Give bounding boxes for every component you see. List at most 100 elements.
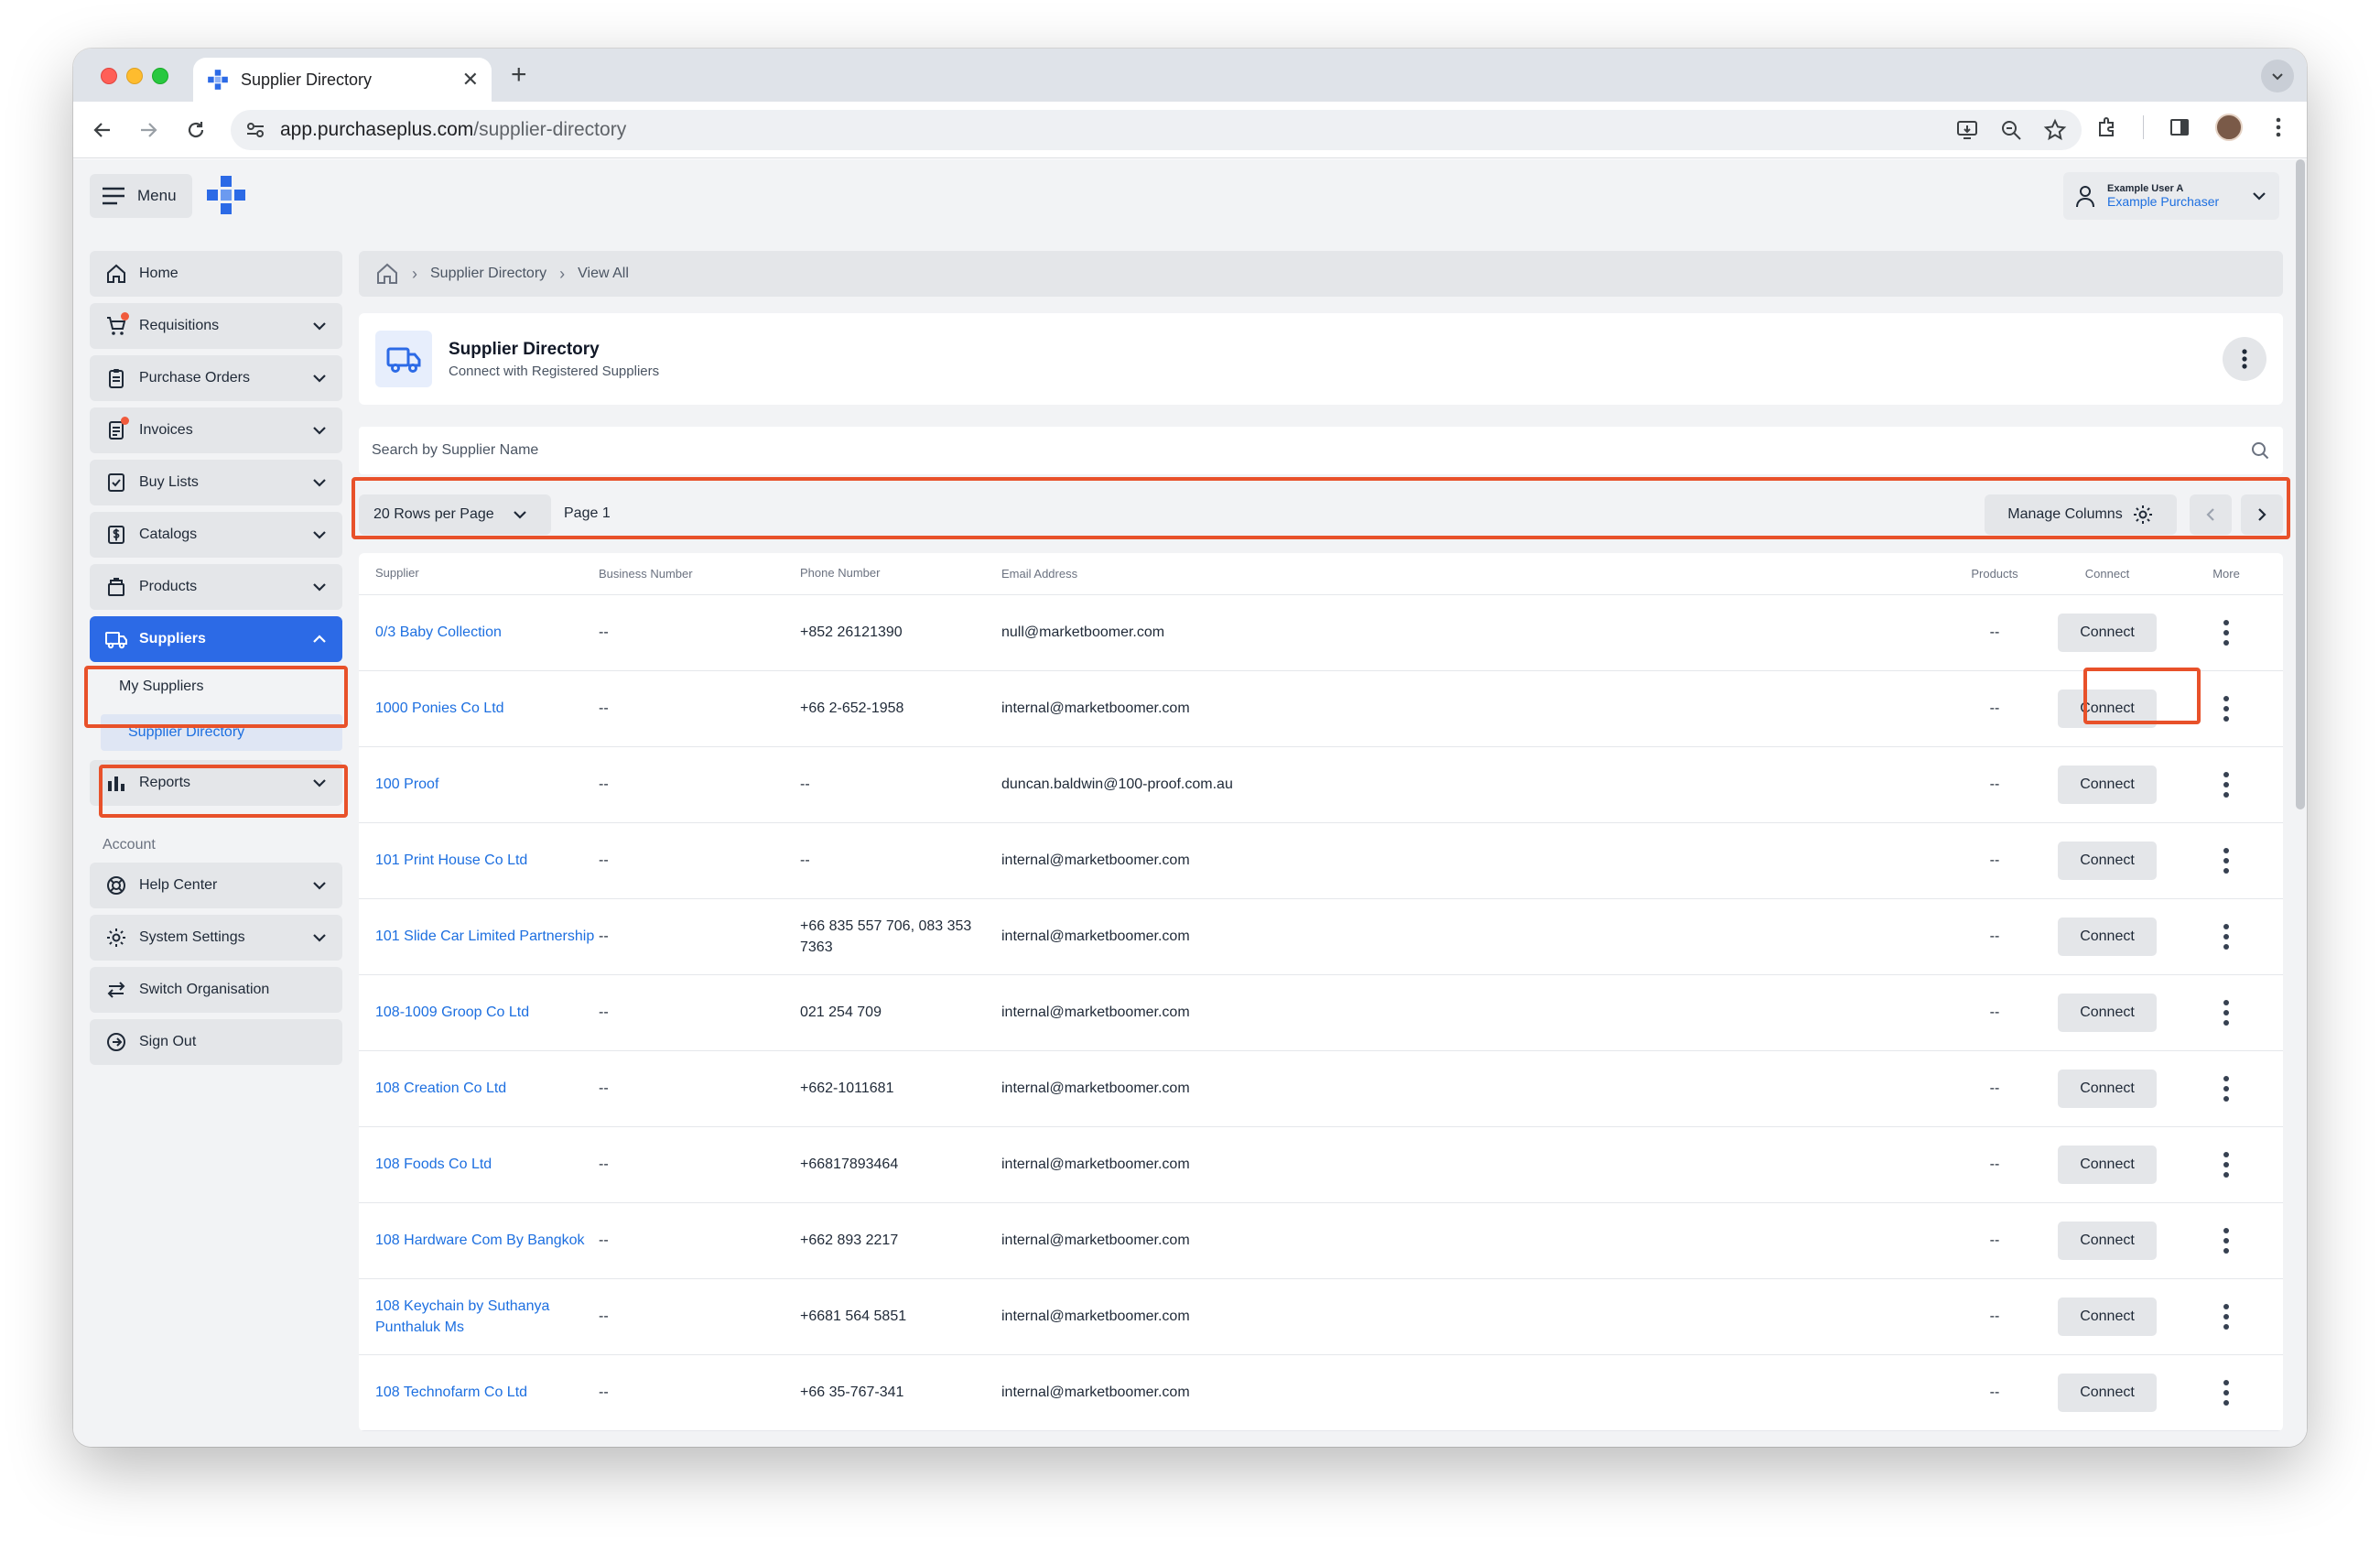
row-more-icon[interactable] <box>2212 1070 2240 1107</box>
row-more-icon[interactable] <box>2212 918 2240 955</box>
rows-per-page-select[interactable]: 20 Rows per Page <box>359 494 551 535</box>
arrow-left-icon <box>93 123 110 137</box>
sidebar-item-label: Requisitions <box>139 318 220 333</box>
connect-button[interactable]: Connect <box>2058 690 2157 728</box>
sidebar-subitem-my-suppliers[interactable]: My Suppliers <box>90 668 342 705</box>
products-cell: -- <box>1989 1004 2000 1020</box>
sidebar-item-sign-out[interactable]: Sign Out <box>90 1019 342 1065</box>
page-heading: Supplier Directory Connect with Register… <box>449 340 659 379</box>
bookmark-star-icon[interactable] <box>2041 116 2069 144</box>
scrollbar-thumb[interactable] <box>2296 159 2305 809</box>
side-panel-icon[interactable] <box>2166 114 2193 141</box>
supplier-name-link[interactable]: 108 Creation Co Ltd <box>375 1080 506 1096</box>
back-button[interactable] <box>86 114 119 147</box>
search-icon[interactable] <box>2250 440 2270 461</box>
connect-button[interactable]: Connect <box>2058 1146 2157 1184</box>
supplier-name-link[interactable]: 108 Foods Co Ltd <box>375 1156 492 1172</box>
connect-button[interactable]: Connect <box>2058 1374 2157 1412</box>
purchaseplus-logo-icon[interactable] <box>205 174 247 216</box>
row-more-icon[interactable] <box>2212 690 2240 727</box>
reload-button[interactable] <box>179 114 212 147</box>
tab-close-icon[interactable]: ✕ <box>462 70 479 90</box>
supplier-name-link[interactable]: 108 Hardware Com By Bangkok <box>375 1233 585 1248</box>
row-more-icon[interactable] <box>2212 1374 2240 1411</box>
supplier-name-link[interactable]: 100 Proof <box>375 776 438 792</box>
next-page-button[interactable] <box>2241 494 2283 535</box>
sidebar-item-catalogs[interactable]: Catalogs <box>90 512 342 558</box>
connect-button[interactable]: Connect <box>2058 1070 2157 1108</box>
supplier-name-link[interactable]: 108 Keychain by Suthanya Punthaluk Ms <box>375 1298 549 1335</box>
site-settings-icon[interactable] <box>245 120 265 140</box>
maximize-window-button[interactable] <box>152 68 168 84</box>
extensions-icon[interactable] <box>2093 114 2121 141</box>
supplier-name-link[interactable]: 108 Technofarm Co Ltd <box>375 1385 527 1400</box>
sidebar-item-products[interactable]: Products <box>90 564 342 610</box>
browser-menu-icon[interactable] <box>2265 114 2292 141</box>
install-app-icon[interactable] <box>1953 116 1981 144</box>
row-more-icon[interactable] <box>2212 1298 2240 1335</box>
products-cell: -- <box>1989 1080 2000 1096</box>
profile-avatar[interactable] <box>2215 114 2243 141</box>
minimize-window-button[interactable] <box>126 68 143 84</box>
connect-button[interactable]: Connect <box>2058 1222 2157 1260</box>
sidebar-item-requisitions[interactable]: Requisitions <box>90 303 342 349</box>
manage-columns-button[interactable]: Manage Columns <box>1985 494 2177 535</box>
tab-search-button[interactable] <box>2261 60 2294 92</box>
tab-strip: Supplier Directory ✕ + <box>73 49 2307 102</box>
connect-button[interactable]: Connect <box>2058 842 2157 880</box>
sidebar-item-suppliers[interactable]: Suppliers <box>90 616 342 662</box>
breadcrumb-item[interactable]: Supplier Directory <box>430 266 546 282</box>
page-more-button[interactable] <box>2223 337 2266 381</box>
supplier-name-link[interactable]: 101 Slide Car Limited Partnership <box>375 928 594 944</box>
row-more-icon[interactable] <box>2212 1222 2240 1259</box>
chevron-down-icon <box>2253 192 2266 201</box>
phone-number-cell: +66 2-652-1958 <box>800 700 904 717</box>
app-header: Menu Example User A Example Purchaser <box>73 159 2307 242</box>
sidebar-item-invoices[interactable]: Invoices <box>90 407 342 453</box>
gear-icon <box>104 926 128 950</box>
previous-page-button[interactable] <box>2190 494 2232 535</box>
connect-button[interactable]: Connect <box>2058 994 2157 1032</box>
phone-number-cell: 021 254 709 <box>800 1004 882 1021</box>
menu-button[interactable]: Menu <box>90 174 192 218</box>
email-address-cell: internal@marketboomer.com <box>1001 1156 1190 1172</box>
sidebar-item-purchase-orders[interactable]: Purchase Orders <box>90 355 342 401</box>
sidebar-subitem-supplier-directory[interactable]: Supplier Directory <box>101 714 342 751</box>
zoom-icon[interactable] <box>1997 116 2025 144</box>
connect-button[interactable]: Connect <box>2058 1298 2157 1336</box>
chevron-down-icon <box>513 511 526 519</box>
sidebar-item-switch-organisation[interactable]: Switch Organisation <box>90 967 342 1013</box>
row-more-icon[interactable] <box>2212 1146 2240 1183</box>
new-tab-button[interactable]: + <box>511 61 527 89</box>
browser-tab-active[interactable]: Supplier Directory ✕ <box>193 58 492 102</box>
connect-button[interactable]: Connect <box>2058 766 2157 804</box>
close-window-button[interactable] <box>101 68 117 84</box>
address-bar[interactable]: app.purchaseplus.com/supplier-directory <box>231 110 2082 150</box>
supplier-name-link[interactable]: 101 Print House Co Ltd <box>375 852 527 868</box>
supplier-search-input[interactable] <box>372 442 2250 459</box>
row-more-icon[interactable] <box>2212 842 2240 879</box>
page-scrollbar[interactable] <box>2294 159 2307 1447</box>
forward-button[interactable] <box>132 114 165 147</box>
phone-number-cell: +662 893 2217 <box>800 1233 899 1249</box>
user-menu-button[interactable]: Example User A Example Purchaser <box>2063 172 2279 220</box>
bar-chart-icon <box>104 771 128 795</box>
sidebar-item-home[interactable]: Home <box>90 251 342 297</box>
connect-button[interactable]: Connect <box>2058 918 2157 956</box>
row-more-icon[interactable] <box>2212 766 2240 803</box>
supplier-name-link[interactable]: 1000 Ponies Co Ltd <box>375 700 504 716</box>
row-more-icon[interactable] <box>2212 614 2240 651</box>
sidebar-item-system-settings[interactable]: System Settings <box>90 915 342 961</box>
sidebar-item-label: Switch Organisation <box>139 982 270 997</box>
sidebar-item-reports[interactable]: Reports <box>90 760 342 806</box>
supplier-name-link[interactable]: 108-1009 Groop Co Ltd <box>375 1004 529 1020</box>
connect-button[interactable]: Connect <box>2058 614 2157 652</box>
sidebar-item-help-center[interactable]: Help Center <box>90 863 342 908</box>
home-icon[interactable] <box>375 262 399 286</box>
supplier-name-link[interactable]: 0/3 Baby Collection <box>375 624 502 640</box>
products-cell: -- <box>1989 776 2000 792</box>
email-address-cell: internal@marketboomer.com <box>1001 1004 1190 1020</box>
sidebar-item-buy-lists[interactable]: Buy Lists <box>90 460 342 505</box>
hamburger-icon <box>103 187 124 205</box>
row-more-icon[interactable] <box>2212 994 2240 1031</box>
